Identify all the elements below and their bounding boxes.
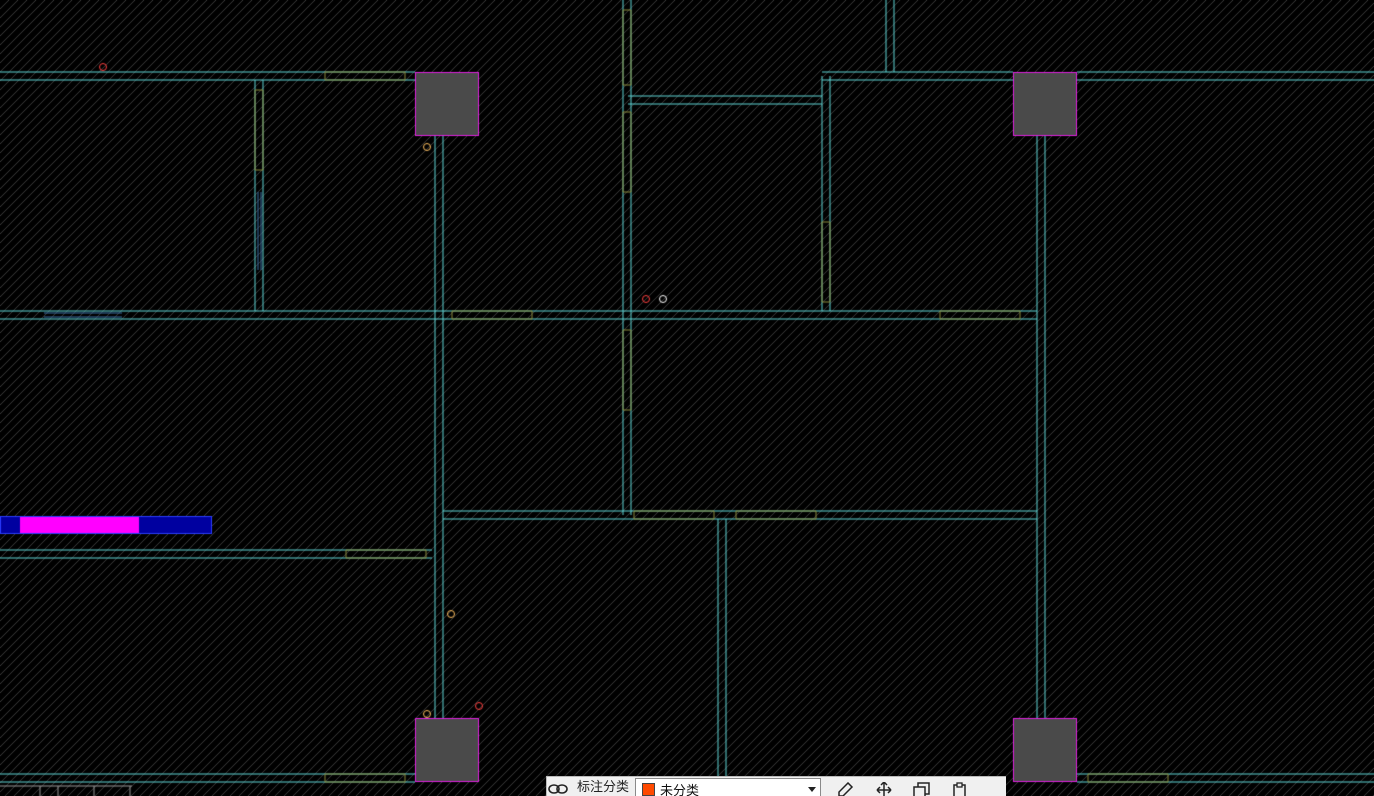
copy-icon[interactable] bbox=[911, 777, 933, 796]
paste-icon[interactable] bbox=[949, 777, 971, 796]
annotation-category-label: 标注分类 bbox=[577, 778, 630, 794]
annotation-category-select[interactable]: 未分类 bbox=[635, 778, 822, 796]
category-select-value: 未分类 bbox=[660, 783, 700, 796]
annotation-toolbar: 标注分类 未分类 bbox=[546, 776, 1006, 796]
cad-drawing-area[interactable] bbox=[0, 0, 1374, 796]
move-icon[interactable] bbox=[873, 777, 895, 796]
link-icon[interactable] bbox=[547, 777, 569, 796]
edit-icon[interactable] bbox=[835, 777, 857, 796]
floor-plan-canvas[interactable] bbox=[0, 0, 1374, 796]
category-color-swatch bbox=[642, 783, 656, 796]
chevron-down-icon bbox=[808, 787, 817, 792]
